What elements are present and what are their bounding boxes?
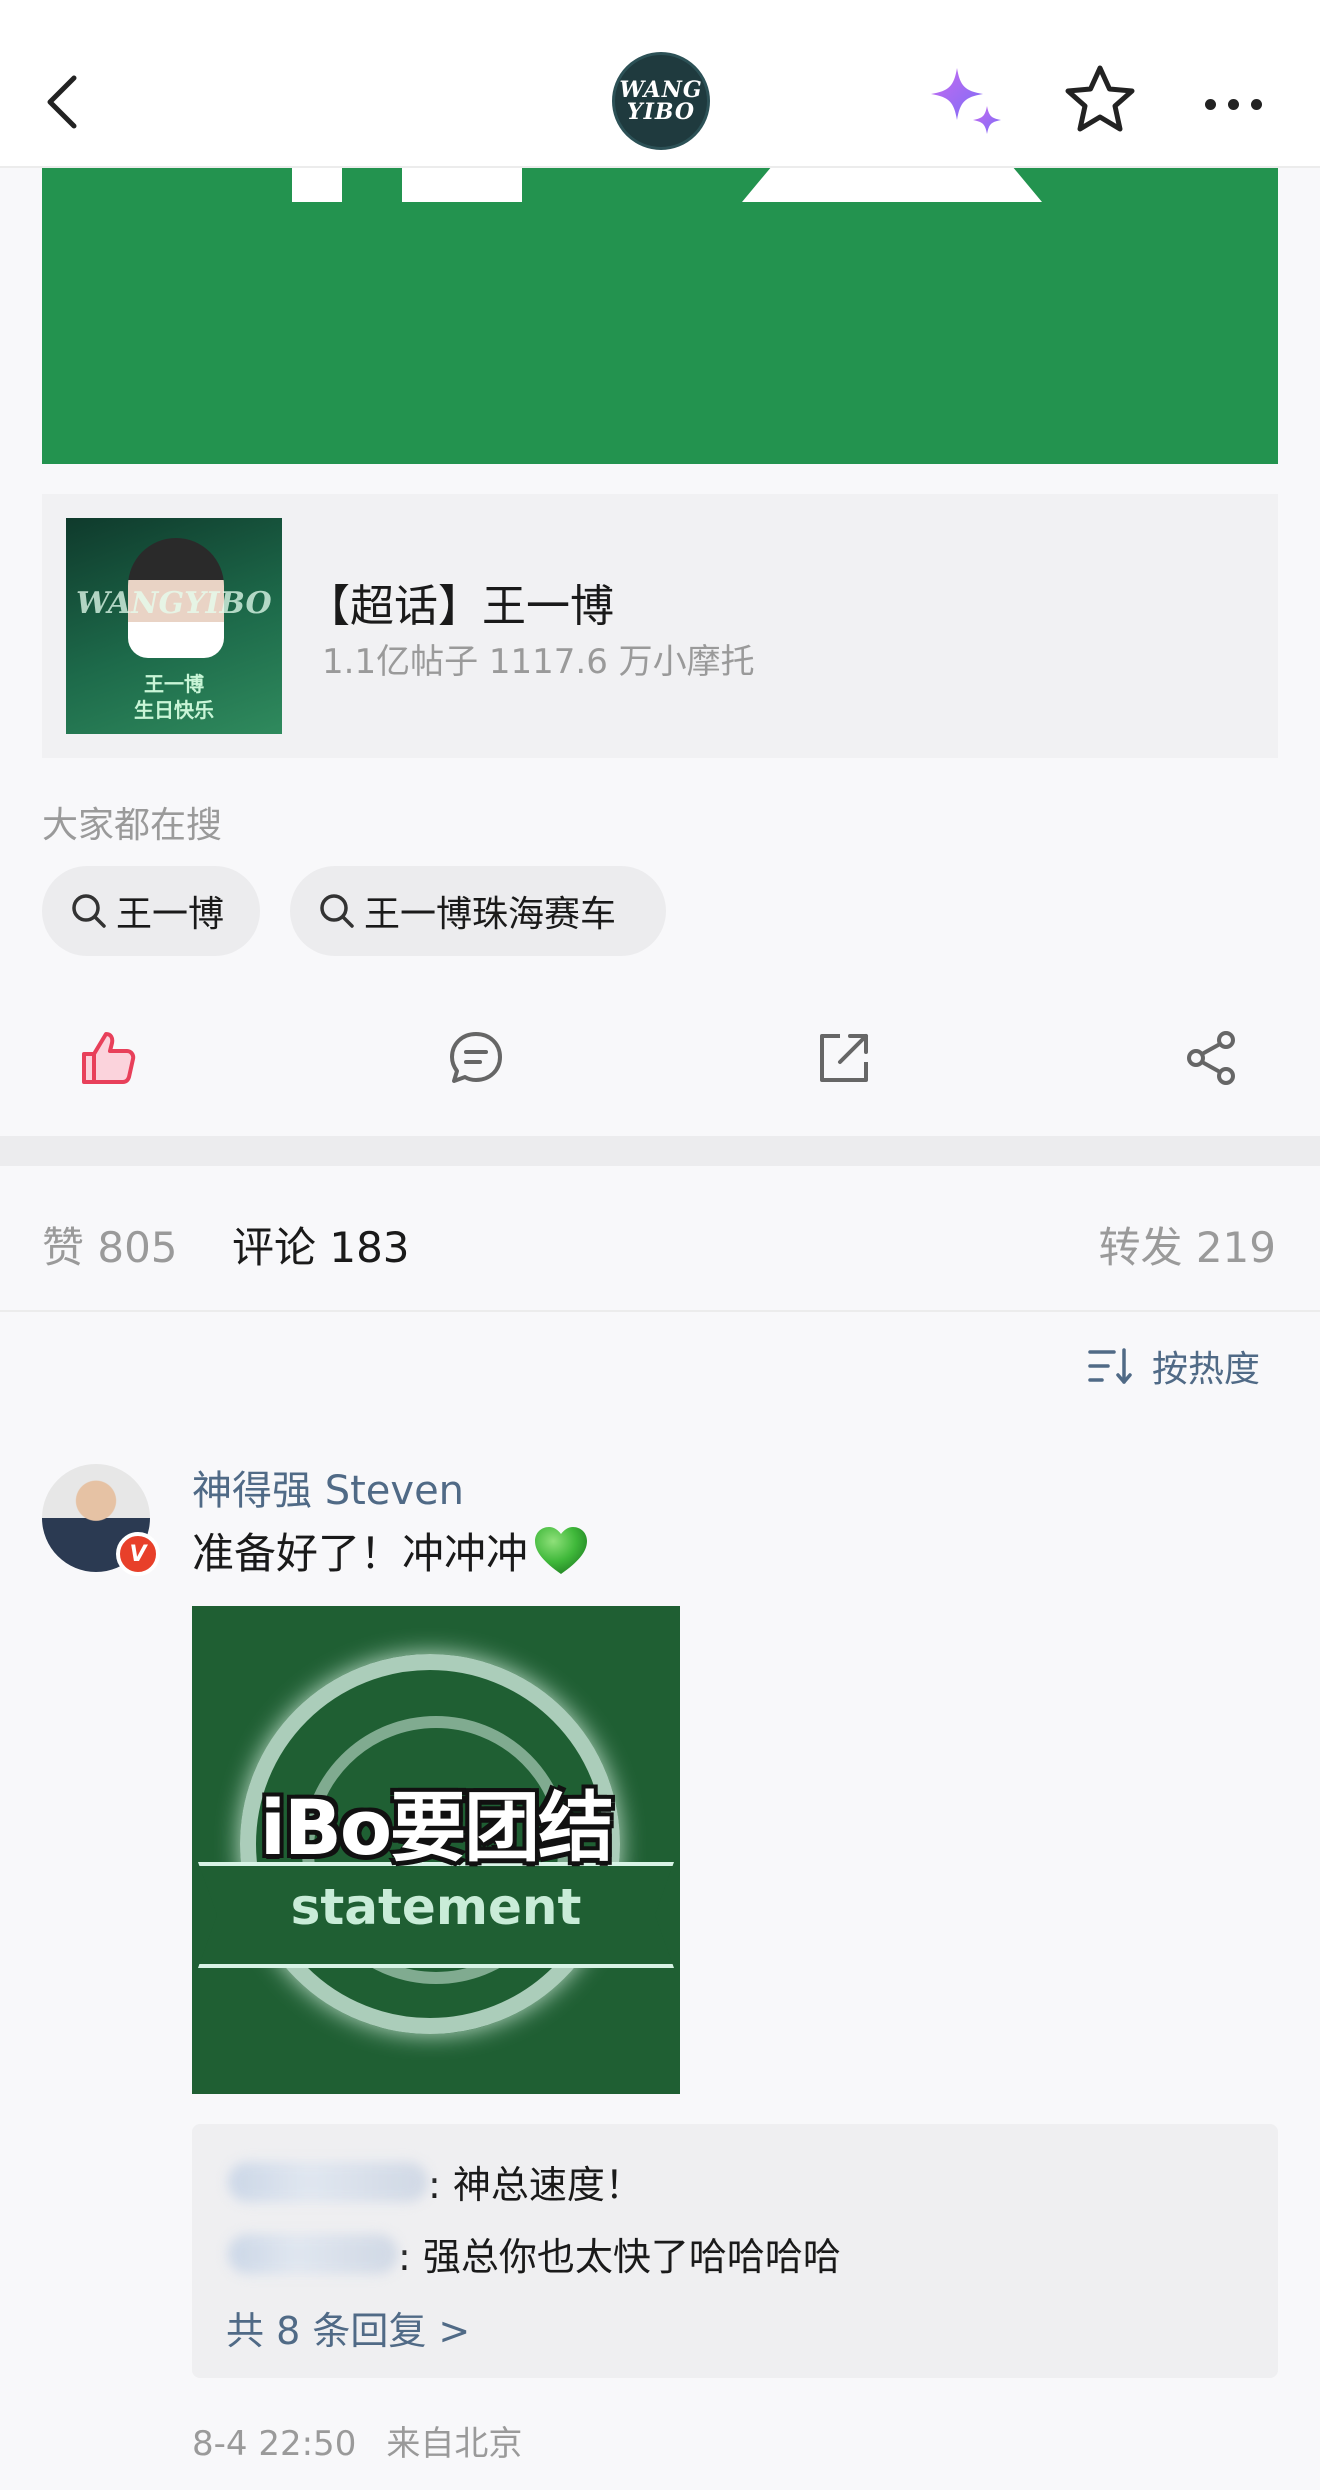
blurred-username	[228, 2233, 398, 2274]
topic-thumbnail: WANGYIBO 王一博 生日快乐	[66, 518, 282, 734]
logo-text-line2: YIBO	[626, 99, 696, 125]
share-button[interactable]	[1172, 1018, 1252, 1098]
reply-text: : 强总你也太快了哈哈哈哈	[398, 2235, 841, 2279]
tab-comments[interactable]: 评论 183	[232, 1214, 410, 1275]
reply-text: : 神总速度！	[428, 2163, 643, 2207]
share-icon	[1187, 1031, 1235, 1085]
commenter-name[interactable]: 神得强 Steven	[192, 1458, 464, 1516]
interaction-tabs: 赞 805 评论 183 转发 219	[0, 1166, 1320, 1312]
more-dot-icon	[1250, 98, 1262, 110]
search-icon	[62, 884, 116, 938]
image-graphic-shape	[342, 166, 402, 202]
sort-button[interactable]: 按热度	[1088, 1336, 1260, 1396]
comment-text: 准备好了！冲冲冲	[192, 1529, 529, 1578]
replies-preview[interactable]: : 神总速度！ : 强总你也太快了哈哈哈哈 共 8 条回复 >	[192, 2124, 1278, 2378]
super-topic-card[interactable]: WANGYIBO 王一博 生日快乐 【超话】王一博 1.1亿帖子 1117.6 …	[42, 494, 1278, 758]
tab-reposts[interactable]: 转发 219	[1098, 1214, 1276, 1275]
search-chip-label: 王一博	[116, 894, 225, 935]
topic-title: 【超话】王一博	[306, 581, 614, 632]
thumbnail-watermark: WANGYIBO	[76, 586, 272, 621]
top-nav-bar: WANG YIBO	[0, 0, 1320, 168]
repost-icon	[820, 1034, 868, 1082]
thumbs-up-icon	[82, 1032, 136, 1084]
star-outline-icon	[1065, 65, 1135, 132]
post-image[interactable]	[42, 166, 1278, 464]
green-heart-icon	[535, 1526, 588, 1574]
comment-meta: 8-4 22:50 来自北京	[192, 2416, 522, 2465]
more-dot-icon	[1227, 98, 1239, 110]
sort-label: 按热度	[1152, 1349, 1261, 1390]
back-button[interactable]	[30, 60, 94, 144]
comment-location: 来自北京	[386, 2424, 523, 2464]
reply-item[interactable]: : 神总速度！	[228, 2154, 643, 2209]
thumbnail-caption: 王一博	[144, 672, 204, 696]
thumbnail-caption: 生日快乐	[134, 698, 214, 722]
section-divider	[0, 1136, 1320, 1166]
comment-icon	[450, 1032, 502, 1083]
ai-assistant-button[interactable]	[925, 62, 1015, 152]
comment-image[interactable]: iBo要团结 statement	[192, 1606, 680, 2094]
comment-time: 8-4 22:50	[192, 2424, 357, 2464]
like-button[interactable]	[68, 1018, 148, 1098]
comment-image-subtitle: statement	[290, 1878, 582, 1936]
search-chip-label: 王一博珠海赛车	[364, 894, 617, 935]
chevron-left-icon	[47, 75, 77, 129]
tab-likes[interactable]: 赞 805	[42, 1214, 178, 1275]
comment-button[interactable]	[436, 1018, 516, 1098]
sparkle-icon	[931, 68, 1001, 134]
topic-logo[interactable]: WANG YIBO	[612, 52, 710, 150]
topic-stats: 1.1亿帖子 1117.6 万小摩托	[322, 642, 755, 682]
more-options-button[interactable]	[1190, 70, 1276, 138]
more-dot-icon	[1204, 98, 1216, 110]
comment-text-line: 准备好了！冲冲冲	[192, 1520, 590, 1581]
blurred-username	[228, 2161, 428, 2202]
favorite-button[interactable]	[1060, 60, 1140, 148]
search-icon	[310, 884, 364, 938]
logo-text-line1: WANG	[619, 77, 703, 103]
reply-item[interactable]: : 强总你也太快了哈哈哈哈	[228, 2226, 841, 2281]
view-all-replies-link[interactable]: 共 8 条回复 >	[226, 2300, 470, 2355]
image-graphic-shape	[742, 166, 1042, 202]
trending-search-heading: 大家都在搜	[42, 805, 223, 846]
comment-image-title: iBo要团结	[259, 1783, 614, 1872]
verified-badge: V	[116, 1532, 160, 1576]
search-chip[interactable]: 王一博珠海赛车	[290, 866, 666, 956]
repost-button[interactable]	[804, 1018, 884, 1098]
sort-icon	[1088, 1348, 1132, 1384]
search-chip[interactable]: 王一博	[42, 866, 260, 956]
image-graphic-shape	[292, 166, 522, 202]
